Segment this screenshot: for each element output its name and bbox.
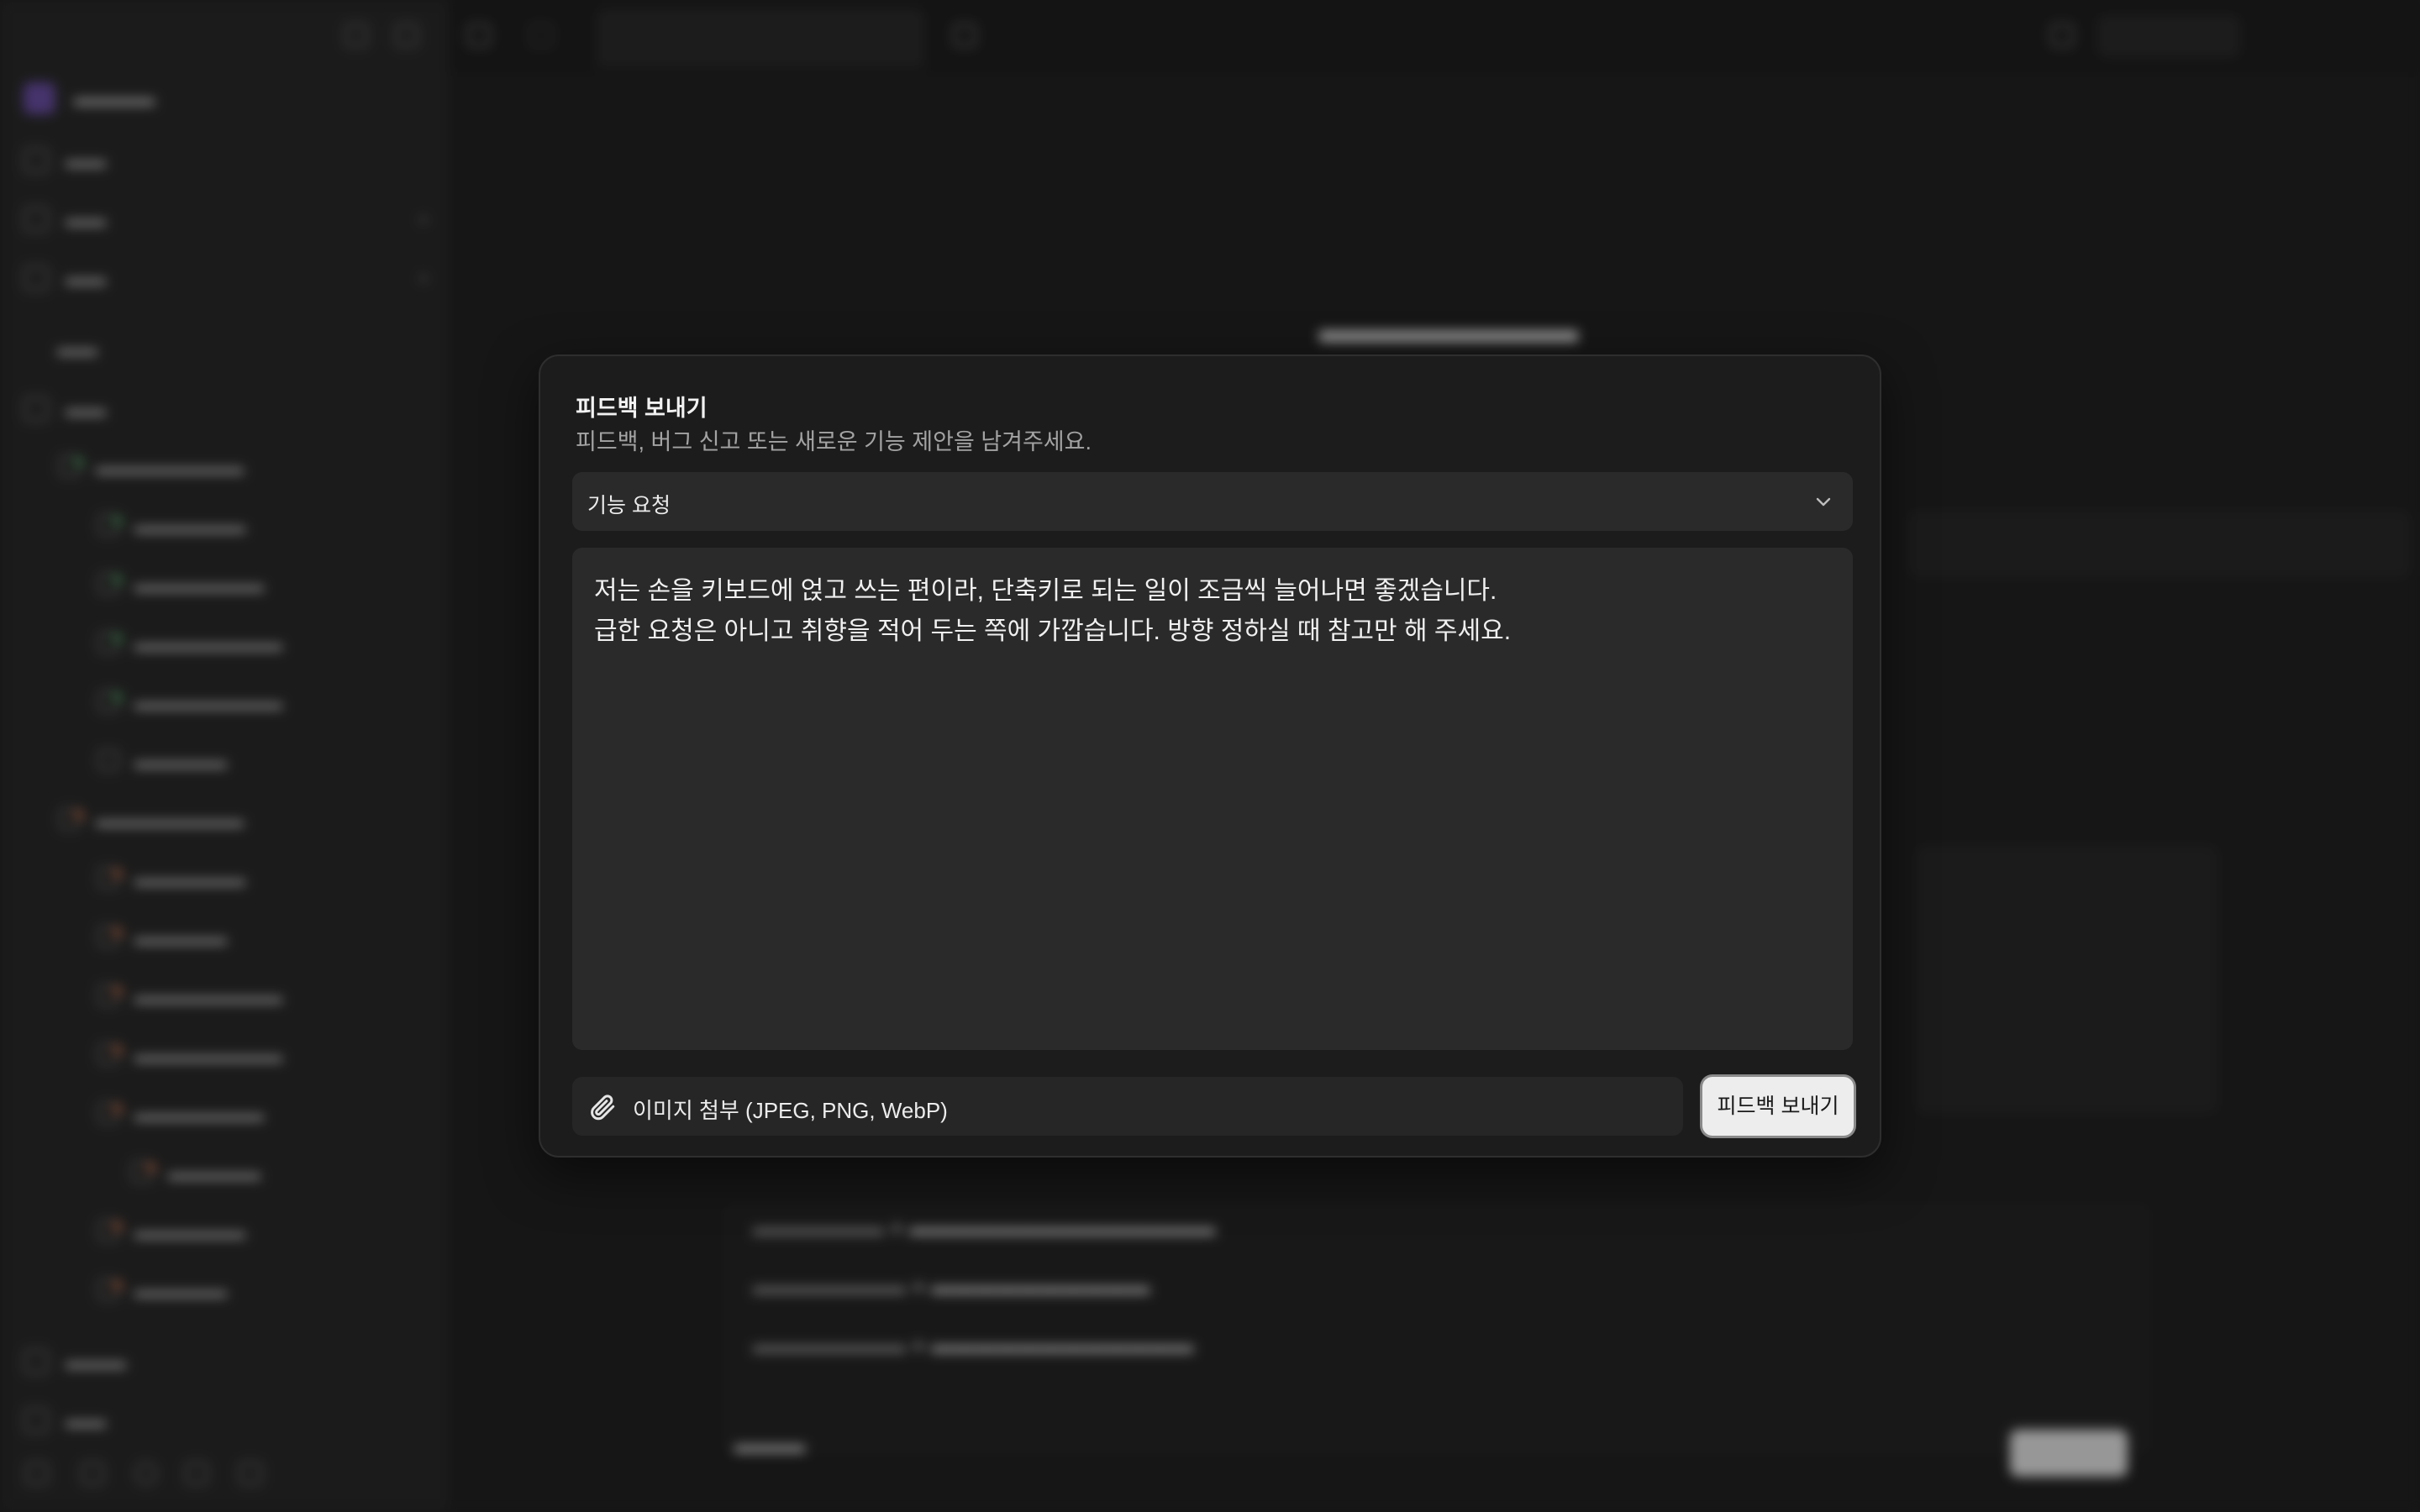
dialog-title: 피드백 보내기 — [576, 396, 708, 421]
paperclip-icon — [587, 1092, 618, 1122]
feedback-message-textarea[interactable]: 저는 손을 키보드에 얹고 쓰는 편이라, 단축키로 되는 일이 조금씩 늘어나… — [572, 548, 1853, 1050]
attach-image-button[interactable]: 이미지 첨부 (JPEG, PNG, WebP) — [572, 1077, 1683, 1136]
feedback-category-value: 기능 요청 — [587, 494, 671, 517]
dialog-subtitle: 피드백, 버그 신고 또는 새로운 기능 제안을 남겨주세요. — [576, 429, 1092, 454]
feedback-dialog: 피드백 보내기 피드백, 버그 신고 또는 새로운 기능 제안을 남겨주세요. … — [539, 354, 1881, 1158]
attach-image-label: 이미지 첨부 (JPEG, PNG, WebP) — [633, 1098, 948, 1123]
chevron-down-icon — [1812, 491, 1834, 512]
send-feedback-button[interactable]: 피드백 보내기 — [1702, 1077, 1854, 1136]
feedback-category-select[interactable]: 기능 요청 — [572, 472, 1853, 531]
